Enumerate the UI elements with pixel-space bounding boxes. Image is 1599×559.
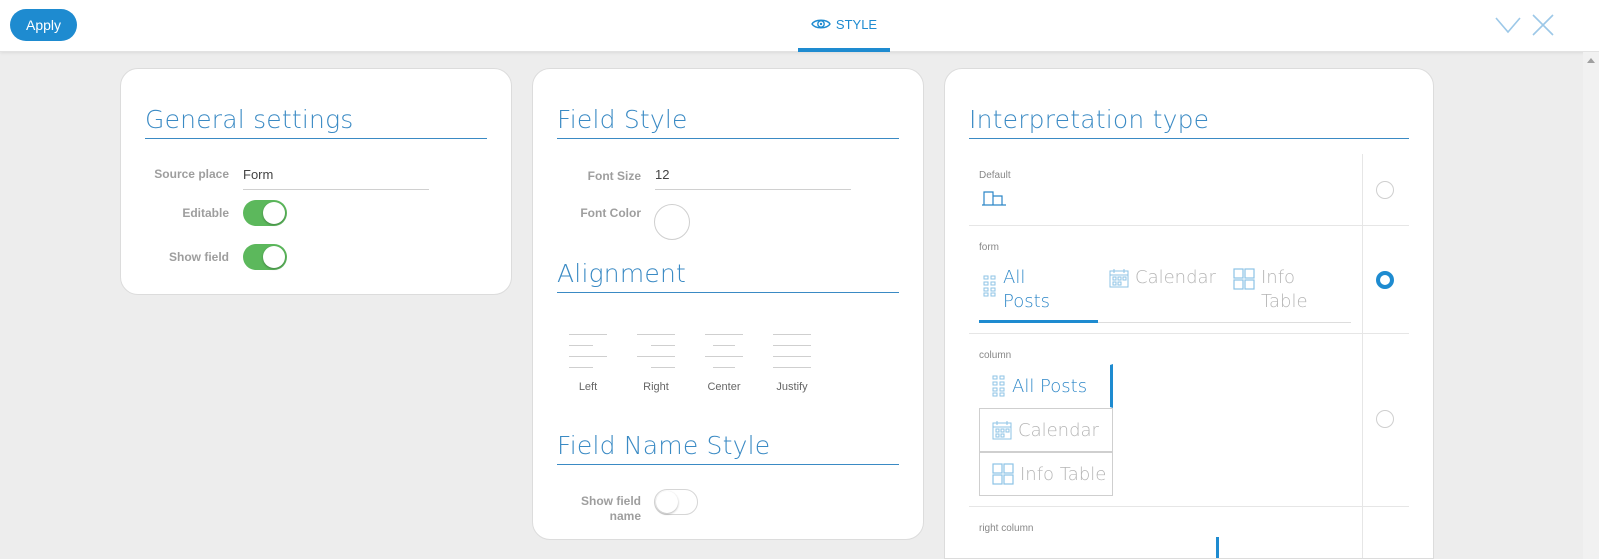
form-tab-info-table-label-1: Info <box>1261 267 1296 288</box>
show-field-name-label: Show field name <box>581 494 641 523</box>
align-center-option[interactable]: Center <box>698 331 750 393</box>
show-field-toggle[interactable] <box>243 244 287 270</box>
align-right-label: Right <box>643 381 669 393</box>
all-posts-icon <box>983 275 997 297</box>
align-left-option[interactable]: Left <box>562 331 614 393</box>
form-tab-all-posts-label-1: All <box>1003 267 1026 288</box>
align-left-label: Left <box>578 381 598 393</box>
calendar-icon <box>1109 268 1129 288</box>
form-tab-all-posts-label-2: Posts <box>1003 291 1051 312</box>
form-tab-calendar[interactable]: Calendar <box>1109 266 1216 290</box>
apply-button[interactable]: Apply <box>10 9 77 41</box>
align-justify-option[interactable]: Justify <box>766 331 818 393</box>
column-tab-info-table-label: Info Table <box>1020 463 1107 485</box>
align-center-icon <box>705 331 743 375</box>
column-tab-calendar-label: Calendar <box>1018 419 1099 441</box>
source-place-field[interactable]: Form <box>243 167 429 190</box>
alignment-title: Alignment <box>557 259 899 293</box>
interpretation-type-card: Interpretation type Default form All Pos… <box>944 68 1434 559</box>
tab-style[interactable]: STYLE <box>798 0 890 52</box>
column-radio[interactable] <box>1376 410 1394 428</box>
font-color-label: Font Color <box>580 206 641 220</box>
default-radio[interactable] <box>1376 181 1394 199</box>
tab-style-label: STYLE <box>835 16 878 32</box>
default-layout-icon <box>981 190 1007 211</box>
source-place-label: Source place <box>154 167 229 181</box>
align-justify-label: Justify <box>776 381 808 393</box>
editable-label: Editable <box>182 206 229 220</box>
chevron-down-icon[interactable] <box>1494 12 1522 43</box>
column-label: column <box>979 350 1012 361</box>
info-table-icon <box>1233 268 1255 290</box>
info-table-icon <box>992 463 1014 485</box>
interp-row-form: form All Posts Calendar Info Table <box>969 226 1409 334</box>
interp-row-right-column: right column <box>969 507 1409 558</box>
show-field-name-toggle[interactable] <box>654 489 698 515</box>
form-label: form <box>979 242 999 253</box>
general-settings-card: General settings Source place Form Edita… <box>120 68 512 295</box>
font-color-picker[interactable] <box>654 204 690 240</box>
scrollbar[interactable] <box>1583 52 1599 559</box>
eye-icon <box>811 17 831 31</box>
form-tab-info-table-label-2: Table <box>1261 291 1308 312</box>
column-tab-all-posts[interactable]: All Posts <box>979 364 1113 408</box>
general-settings-title: General settings <box>145 105 487 139</box>
align-left-icon <box>569 331 607 375</box>
close-icon[interactable] <box>1530 12 1556 43</box>
scroll-up-arrow-icon[interactable] <box>1587 58 1595 63</box>
field-name-style-title: Field Name Style <box>557 431 899 465</box>
form-tab-info-table[interactable]: Info Table <box>1233 266 1308 314</box>
field-style-card: Field Style Font Size 12 Font Color Alig… <box>532 68 924 540</box>
column-tab-all-posts-label: All Posts <box>1012 375 1088 397</box>
form-tabs-active-indicator <box>979 320 1098 323</box>
editable-toggle[interactable] <box>243 200 287 226</box>
form-tab-calendar-label: Calendar <box>1135 267 1216 288</box>
field-style-title: Field Style <box>557 105 899 139</box>
show-field-label: Show field <box>169 250 229 264</box>
align-center-label: Center <box>707 381 741 393</box>
right-column-active-indicator <box>1216 537 1219 558</box>
calendar-icon <box>992 420 1012 440</box>
default-label: Default <box>979 170 1011 181</box>
top-bar: Apply STYLE <box>0 0 1599 52</box>
column-tab-info-table[interactable]: Info Table <box>979 452 1113 496</box>
interpretation-type-title: Interpretation type <box>969 105 1409 139</box>
align-right-icon <box>637 331 675 375</box>
align-right-option[interactable]: Right <box>630 331 682 393</box>
right-column-label: right column <box>979 523 1034 534</box>
align-justify-icon <box>773 331 811 375</box>
interp-row-column: column All Posts Calendar Info Table <box>969 334 1409 507</box>
form-tab-all-posts[interactable]: All Posts <box>983 266 1050 314</box>
all-posts-icon <box>992 375 1006 397</box>
interp-row-default: Default <box>969 154 1409 226</box>
form-radio[interactable] <box>1376 271 1394 289</box>
font-size-field[interactable]: 12 <box>655 167 851 190</box>
column-tab-calendar[interactable]: Calendar <box>979 408 1113 452</box>
font-size-label: Font Size <box>587 169 641 183</box>
